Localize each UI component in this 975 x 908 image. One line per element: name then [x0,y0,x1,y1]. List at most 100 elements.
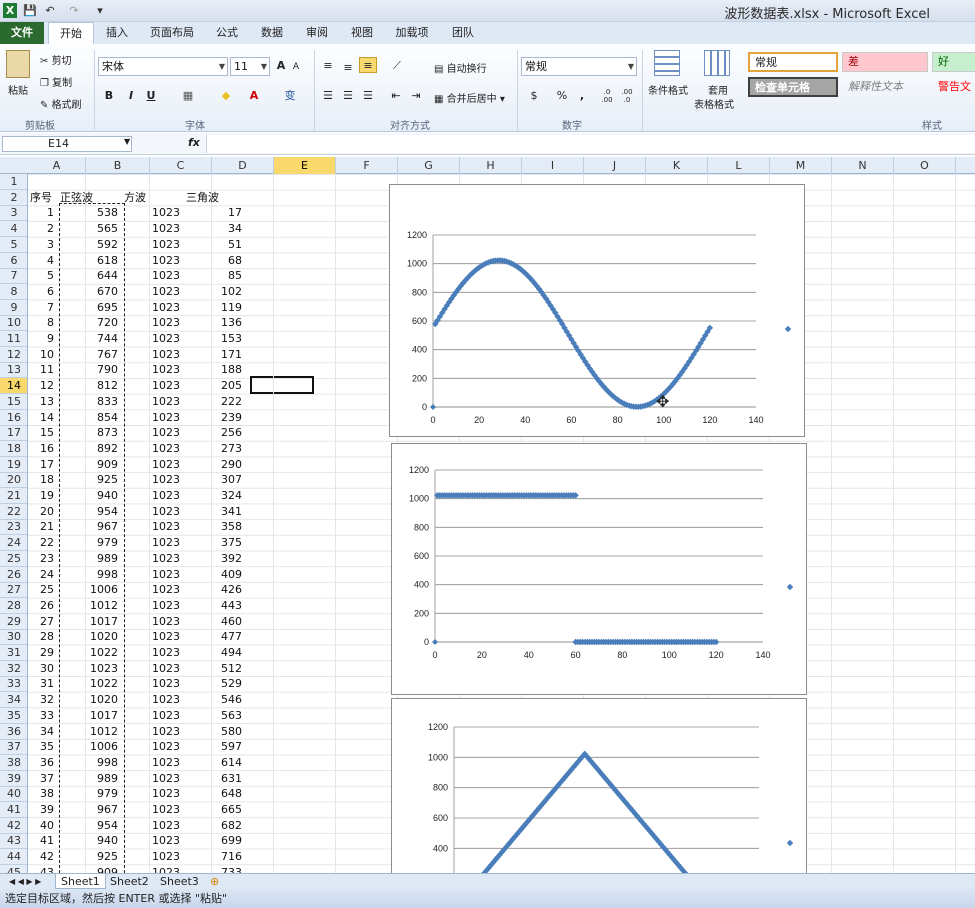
cell[interactable]: 1023 [122,362,180,378]
cell[interactable]: 1020 [58,629,118,645]
paste-icon[interactable] [6,50,30,78]
align-top-icon[interactable]: ≡ [320,58,336,74]
cell[interactable]: 205 [184,378,242,394]
cell[interactable]: 1023 [122,661,180,677]
style-good[interactable]: 好 [932,52,975,72]
tab-addins[interactable]: 加载项 [390,22,434,44]
redo-icon[interactable]: ↷ [66,3,82,18]
triangle-chart[interactable]: 20040060080010001200 [391,698,807,878]
cell[interactable]: 670 [58,284,118,300]
row-header[interactable]: 10 [0,315,27,332]
cell[interactable]: 102 [184,284,242,300]
cell[interactable]: 22 [28,535,54,551]
cell[interactable]: 1023 [122,582,180,598]
cell[interactable]: 1023 [122,614,180,630]
row-header[interactable]: 18 [0,441,27,457]
cell[interactable]: 222 [184,394,242,410]
row-header[interactable]: 14 [0,378,27,395]
row-header[interactable]: 27 [0,582,27,599]
cell[interactable]: 989 [58,551,118,567]
cell[interactable]: 580 [184,724,242,740]
cell[interactable]: 273 [184,441,242,457]
italic-button[interactable]: I [124,88,138,104]
cell[interactable]: 35 [28,739,54,755]
phonetic-button[interactable]: 变 [282,88,298,104]
decrease-decimal-button[interactable]: .00 .0 [618,88,636,104]
cell[interactable]: 1023 [122,441,180,457]
row-header[interactable]: 12 [0,347,27,363]
cell[interactable]: 17 [184,205,242,221]
name-box[interactable]: E14 [2,136,132,152]
column-header-k[interactable]: K [646,157,708,174]
format-as-table-icon[interactable] [704,50,730,76]
wrap-text-button[interactable]: ▤ 自动换行 [434,60,487,75]
cell[interactable]: 10 [28,347,54,363]
cell[interactable]: 24 [28,567,54,583]
cell[interactable]: 1023 [122,331,180,347]
cell[interactable]: 290 [184,457,242,473]
cell[interactable]: 512 [184,661,242,677]
row-header[interactable]: 34 [0,692,27,709]
cell[interactable]: 1023 [122,268,180,284]
grow-font-button[interactable]: A [274,58,288,74]
tab-data[interactable]: 数据 [255,22,289,44]
cell[interactable]: 1023 [122,802,180,818]
cell[interactable]: 256 [184,425,242,441]
cell[interactable]: 494 [184,645,242,661]
cell[interactable]: 989 [58,771,118,787]
cell[interactable]: 392 [184,551,242,567]
shrink-font-button[interactable]: A [290,59,302,75]
cell[interactable]: 1023 [122,692,180,708]
row-header[interactable]: 43 [0,833,27,850]
cell[interactable]: 733 [184,865,242,873]
cell[interactable]: 597 [184,739,242,755]
sheet-tab-1[interactable]: Sheet1 [55,874,106,889]
cell[interactable]: 720 [58,315,118,331]
cell[interactable]: 767 [58,347,118,363]
cell[interactable]: 1023 [122,425,180,441]
row-header[interactable]: 40 [0,786,27,803]
cell[interactable]: 892 [58,441,118,457]
cell[interactable]: 29 [28,645,54,661]
cell[interactable]: 940 [58,488,118,504]
tab-team[interactable]: 团队 [446,22,480,44]
cell[interactable]: 34 [28,724,54,740]
cell[interactable]: 967 [58,802,118,818]
cell[interactable]: 1023 [122,724,180,740]
tab-home[interactable]: 开始 [48,22,94,45]
cell[interactable]: 1023 [122,237,180,253]
column-header-d[interactable]: D [212,157,274,174]
cell[interactable]: 644 [58,268,118,284]
row-header[interactable]: 26 [0,567,27,583]
cell[interactable]: 1023 [122,535,180,551]
row-header[interactable]: 36 [0,724,27,740]
column-header-e[interactable]: E [274,157,336,174]
cell[interactable]: 11 [28,362,54,378]
cell[interactable]: 695 [58,300,118,316]
row-header[interactable]: 13 [0,362,27,379]
cell[interactable]: 20 [28,504,54,520]
cell[interactable]: 1023 [122,708,180,724]
cell[interactable]: 1023 [122,645,180,661]
column-header-o[interactable]: O [894,157,956,174]
cell[interactable]: 529 [184,676,242,692]
row-header[interactable]: 32 [0,661,27,677]
column-header-j[interactable]: J [584,157,646,174]
cell[interactable]: 28 [28,629,54,645]
cell[interactable]: 790 [58,362,118,378]
cell[interactable]: 12 [28,378,54,394]
font-size-select[interactable]: 11 ▼ [230,57,270,76]
cell[interactable]: 3 [28,237,54,253]
row-header[interactable]: 11 [0,331,27,347]
cell[interactable]: 358 [184,519,242,535]
row-header[interactable]: 29 [0,614,27,630]
cell[interactable]: 1017 [58,708,118,724]
fill-color-button[interactable]: ◆ [218,88,234,104]
cell[interactable]: 1023 [122,347,180,363]
cell[interactable]: 665 [184,802,242,818]
cell[interactable]: 477 [184,629,242,645]
sine-chart[interactable]: 0 200 400 600 800 1000 1200 0 20 40 60 80 100 120 140 [389,184,805,437]
row-header[interactable]: 4 [0,221,27,238]
format-as-table-button[interactable]: 套用 [708,82,728,97]
cell[interactable]: 33 [28,708,54,724]
